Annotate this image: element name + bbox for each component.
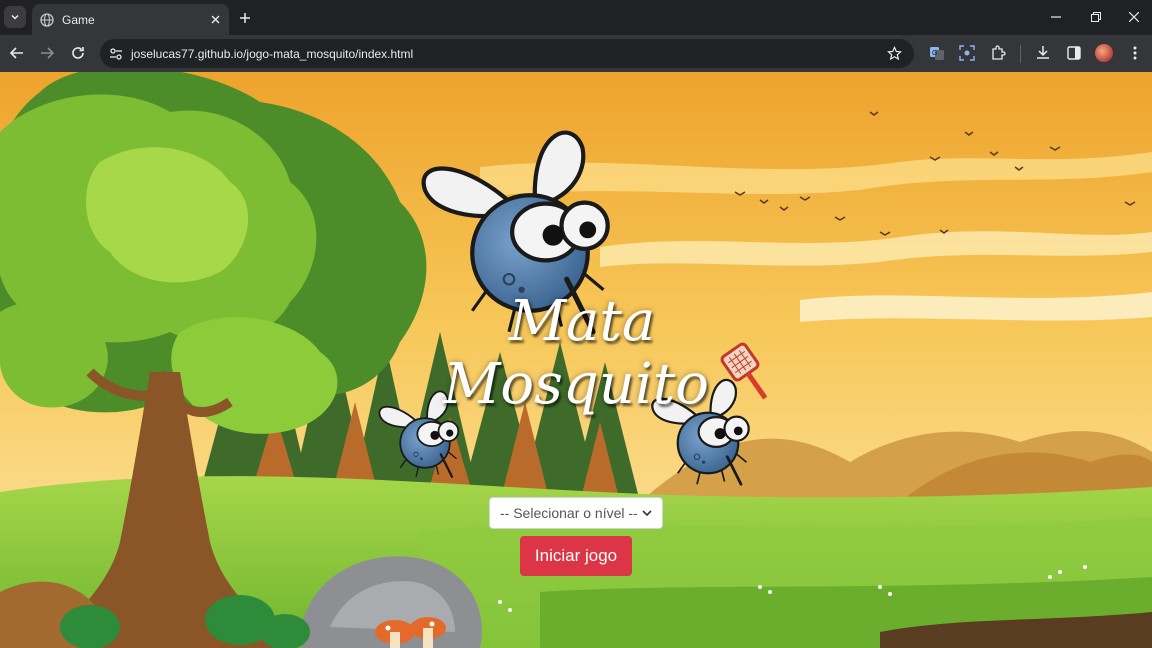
url-text: joselucas77.github.io/jogo-mata_mosquito… <box>131 46 414 61</box>
start-game-button[interactable]: Iniciar jogo <box>520 536 632 576</box>
restore-icon[interactable] <box>1084 6 1108 28</box>
level-select[interactable]: -- Selecionar o nível -- <box>489 497 663 529</box>
extensions-icon[interactable] <box>987 42 1009 64</box>
toolbar-separator <box>1020 45 1021 63</box>
lens-icon[interactable] <box>956 42 978 64</box>
sidepanel-icon[interactable] <box>1063 42 1085 64</box>
close-icon[interactable] <box>207 12 223 28</box>
forward-icon[interactable] <box>36 42 58 64</box>
browser-chrome: Game joselucas77.github.io/jogo-mata_mos… <box>0 0 1152 72</box>
globe-icon <box>40 12 54 27</box>
tab-game[interactable]: Game <box>32 4 229 35</box>
back-icon[interactable] <box>6 42 28 64</box>
game-title-line2: Mosquito <box>443 352 709 417</box>
minimize-icon[interactable] <box>1044 6 1068 28</box>
reload-icon[interactable] <box>67 42 89 64</box>
tab-search-icon[interactable] <box>4 6 26 28</box>
profile-avatar[interactable] <box>1095 44 1113 62</box>
menu-icon[interactable] <box>1124 42 1146 64</box>
close-window-icon[interactable] <box>1122 6 1146 28</box>
game-page: Mata Mosquito -- Selecionar o nível -- I… <box>0 72 1152 648</box>
svg-text:G: G <box>932 50 937 57</box>
toolbar: joselucas77.github.io/jogo-mata_mosquito… <box>0 35 1152 72</box>
chevron-down-icon <box>642 510 652 517</box>
game-title-line1: Mata <box>508 289 656 354</box>
plus-icon[interactable] <box>236 9 254 27</box>
star-icon[interactable] <box>884 44 904 64</box>
translate-icon[interactable]: G <box>926 42 948 64</box>
level-select-value: -- Selecionar o nível -- <box>500 505 638 521</box>
site-info-icon[interactable] <box>108 46 124 62</box>
tab-title: Game <box>62 12 95 27</box>
tab-strip: Game <box>0 0 1152 35</box>
download-icon[interactable] <box>1032 42 1054 64</box>
address-bar[interactable]: joselucas77.github.io/jogo-mata_mosquito… <box>100 39 914 68</box>
